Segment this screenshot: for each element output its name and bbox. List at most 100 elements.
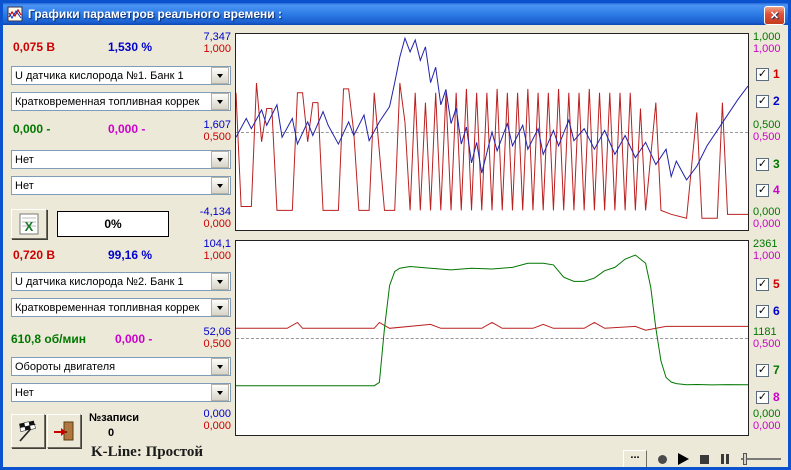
channel-5-checkbox[interactable]: ✓	[756, 278, 769, 291]
realtime-graphs-window: Графики параметров реального времени : ✕…	[0, 0, 791, 470]
exit-button[interactable]	[47, 414, 81, 448]
dropdown-arrow-icon	[211, 67, 229, 84]
axis-label: 0,500	[753, 119, 791, 131]
channel-6-checkbox[interactable]: ✓	[756, 305, 769, 318]
channel-8-checkbox[interactable]: ✓	[756, 391, 769, 404]
check-icon: ✓	[758, 305, 767, 317]
channel-6-row: ✓ 6	[756, 304, 780, 318]
value-channel-3: 0,000 -	[13, 122, 50, 136]
bottom-chart-plot	[236, 241, 748, 435]
param-select-channel-4-value: Нет	[12, 180, 210, 192]
check-icon: ✓	[758, 158, 767, 170]
param-select-channel-6[interactable]: Кратковременная топливная коррек	[11, 298, 231, 317]
value-o2-sensor-2: 0,720 В	[13, 248, 55, 262]
slider-thumb[interactable]	[743, 453, 747, 465]
param-select-channel-3-value: Нет	[12, 154, 210, 166]
play-button[interactable]	[678, 453, 689, 465]
channel-8-row: ✓ 8	[756, 390, 780, 404]
start-logging-button[interactable]	[11, 414, 45, 448]
channel-7-row: ✓ 7	[756, 363, 780, 377]
channel-1-row: ✓ 1	[756, 67, 780, 81]
title-bar[interactable]: Графики параметров реального времени : ✕	[3, 3, 788, 25]
dropdown-arrow-icon	[211, 177, 229, 194]
record-button[interactable]	[658, 455, 667, 464]
more-button[interactable]: ...	[623, 450, 647, 469]
dropdown-arrow-icon	[211, 299, 229, 316]
axis-label: 0,000	[189, 218, 231, 230]
dropdown-arrow-icon	[211, 273, 229, 290]
param-select-channel-4[interactable]: Нет	[11, 176, 231, 195]
excel-icon: X	[18, 213, 40, 235]
axis-label: 52,06	[189, 326, 231, 338]
value-fuel-trim-2: 99,16 %	[108, 248, 152, 262]
axis-label: 1,000	[189, 43, 231, 55]
axis-label: 1,000	[189, 250, 231, 262]
channel-7-checkbox[interactable]: ✓	[756, 364, 769, 377]
records-count: 0	[89, 427, 133, 439]
dropdown-arrow-icon	[211, 384, 229, 401]
axis-label: 1,000	[753, 250, 791, 262]
param-select-channel-2-value: Кратковременная топливная коррек	[12, 96, 210, 108]
check-icon: ✓	[758, 184, 767, 196]
axis-label: 104,1	[189, 238, 231, 250]
export-progress-value: 0%	[104, 217, 121, 231]
channel-3-checkbox[interactable]: ✓	[756, 158, 769, 171]
records-label: №записи	[89, 412, 139, 424]
param-select-channel-5-value: U датчика кислорода №2. Банк 1	[12, 276, 210, 288]
axis-label: 0,500	[753, 338, 791, 350]
stop-button[interactable]	[700, 455, 709, 464]
excel-export-button[interactable]: X	[11, 209, 47, 239]
value-fuel-trim-1: 1,530 %	[108, 40, 152, 54]
axis-label: 0,000	[189, 408, 231, 420]
check-icon: ✓	[758, 278, 767, 290]
record-icon	[658, 455, 667, 464]
kline-status: K-Line: Простой	[91, 444, 203, 461]
param-select-channel-2[interactable]: Кратковременная топливная коррек	[11, 92, 231, 111]
dropdown-arrow-icon	[211, 93, 229, 110]
bottom-chart	[235, 240, 749, 436]
check-icon: ✓	[758, 391, 767, 403]
value-channel-4: 0,000 -	[108, 122, 145, 136]
channel-2-label: 2	[773, 94, 780, 108]
axis-label: 1,000	[753, 31, 791, 43]
pause-button[interactable]	[720, 454, 730, 464]
checkered-flag-icon	[16, 419, 40, 443]
value-engine-rpm: 610,8 об/мин	[11, 332, 86, 346]
playback-position-slider[interactable]	[741, 452, 781, 466]
channel-1-checkbox[interactable]: ✓	[756, 68, 769, 81]
axis-label: 0,500	[753, 131, 791, 143]
channel-8-label: 8	[773, 390, 780, 404]
dropdown-arrow-icon	[211, 151, 229, 168]
top-chart	[235, 33, 749, 231]
param-select-channel-1-value: U датчика кислорода №1. Банк 1	[12, 70, 210, 82]
stop-icon	[700, 455, 709, 464]
close-button[interactable]: ✕	[764, 6, 785, 25]
close-icon: ✕	[770, 9, 779, 22]
channel-5-row: ✓ 5	[756, 277, 780, 291]
exit-door-icon	[52, 419, 76, 443]
axis-label: 0,000	[753, 420, 791, 432]
param-select-channel-3[interactable]: Нет	[11, 150, 231, 169]
param-select-channel-5[interactable]: U датчика кислорода №2. Банк 1	[11, 272, 231, 291]
value-o2-sensor-1: 0,075 В	[13, 40, 55, 54]
dropdown-arrow-icon	[211, 358, 229, 375]
transport-bar: ...	[623, 449, 781, 469]
channel-6-label: 6	[773, 304, 780, 318]
top-chart-plot	[236, 34, 748, 230]
axis-label: 0,000	[753, 218, 791, 230]
axis-label: -4,134	[189, 206, 231, 218]
channel-1-label: 1	[773, 67, 780, 81]
axis-label: 1,000	[753, 43, 791, 55]
param-select-channel-1[interactable]: U датчика кислорода №1. Банк 1	[11, 66, 231, 85]
channel-2-checkbox[interactable]: ✓	[756, 95, 769, 108]
param-select-channel-8[interactable]: Нет	[11, 383, 231, 402]
axis-label: 0,000	[753, 408, 791, 420]
channel-7-label: 7	[773, 363, 780, 377]
param-select-channel-7[interactable]: Обороты двигателя	[11, 357, 231, 376]
slider-groove[interactable]	[741, 458, 781, 460]
window-title: Графики параметров реального времени :	[28, 7, 282, 21]
channel-4-row: ✓ 4	[756, 183, 780, 197]
axis-label: 7,347	[189, 31, 231, 43]
channel-4-checkbox[interactable]: ✓	[756, 184, 769, 197]
param-select-channel-6-value: Кратковременная топливная коррек	[12, 302, 210, 314]
